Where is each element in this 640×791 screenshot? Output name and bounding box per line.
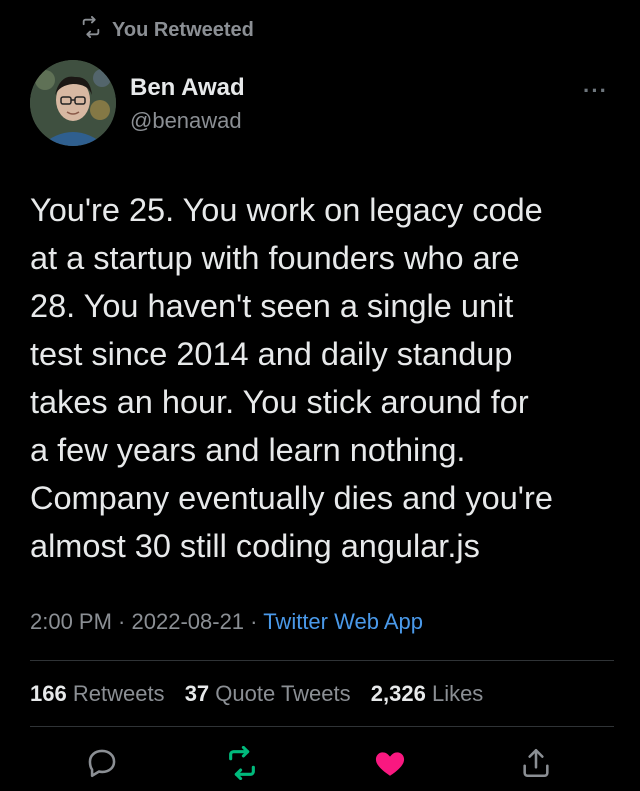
author-name[interactable]: Ben Awad: [130, 74, 245, 102]
meta-separator: ·: [244, 609, 264, 634]
tweet-line: test since 2014 and daily standup: [30, 336, 513, 372]
tweet-line: Company eventually dies and you're: [30, 480, 553, 516]
meta-separator: ·: [111, 609, 132, 634]
tweet-meta: 2:00 PM · 2022-08-21 · Twitter Web App: [30, 609, 423, 635]
heart-icon: [373, 746, 407, 785]
tweet-time: 2:00 PM: [30, 609, 112, 634]
retweet-button[interactable]: [222, 745, 262, 785]
quotes-count: 37: [184, 681, 210, 706]
tweet-date[interactable]: 2022-08-21: [132, 609, 245, 634]
tweet-line: a few years and learn nothing.: [30, 432, 466, 468]
reply-button[interactable]: [82, 745, 122, 785]
retweets-count: 166: [30, 681, 67, 706]
likes-count: 2,326: [370, 681, 426, 706]
tweet-line: takes an hour. You stick around for: [30, 384, 529, 420]
tweet-actions: [0, 745, 640, 785]
quotes-label: Quote Tweets: [215, 681, 351, 706]
quotes-stat[interactable]: 37 Quote Tweets: [185, 681, 351, 706]
tweet-stats: 166 Retweets 37 Quote Tweets 2,326 Likes: [30, 681, 483, 707]
share-button[interactable]: [516, 745, 556, 785]
tweet-line: almost 30 still coding angular.js: [30, 528, 480, 564]
divider: [30, 726, 614, 727]
retweet-icon: [80, 16, 102, 44]
reply-icon: [85, 746, 119, 785]
retweets-stat[interactable]: 166 Retweets: [30, 681, 165, 706]
author-block[interactable]: Ben Awad @benawad: [130, 74, 245, 134]
share-icon: [519, 746, 553, 785]
retweets-label: Retweets: [72, 681, 165, 706]
likes-label: Likes: [431, 681, 484, 706]
retweet-context: You Retweeted: [80, 16, 254, 44]
author-handle[interactable]: @benawad: [130, 108, 245, 134]
more-options-icon[interactable]: ···: [583, 78, 608, 104]
tweet-source-link[interactable]: Twitter Web App: [263, 609, 423, 634]
tweet-line: at a startup with founders who are: [30, 240, 520, 276]
like-button[interactable]: [370, 745, 410, 785]
retweet-label: You Retweeted: [112, 18, 254, 41]
tweet-text: You're 25. You work on legacy code at a s…: [30, 186, 620, 570]
tweet-line: 28. You haven't seen a single unit: [30, 288, 514, 324]
retweet-icon: [225, 745, 259, 785]
avatar[interactable]: [30, 60, 116, 146]
likes-stat[interactable]: 2,326 Likes: [371, 681, 484, 706]
tweet-line: You're 25. You work on legacy code: [30, 192, 543, 228]
divider: [30, 660, 614, 661]
